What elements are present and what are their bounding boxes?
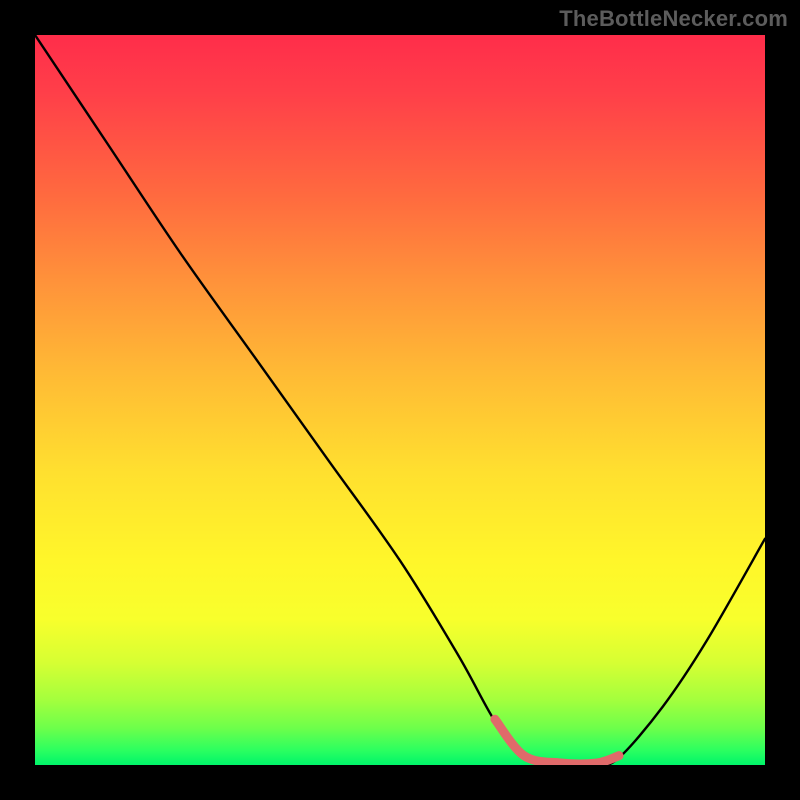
optimal-highlight (495, 719, 619, 764)
chart-frame: TheBottleNecker.com (0, 0, 800, 800)
curve-layer (35, 35, 765, 765)
watermark-text: TheBottleNecker.com (559, 6, 788, 32)
bottleneck-curve (35, 35, 765, 765)
plot-area (35, 35, 765, 765)
